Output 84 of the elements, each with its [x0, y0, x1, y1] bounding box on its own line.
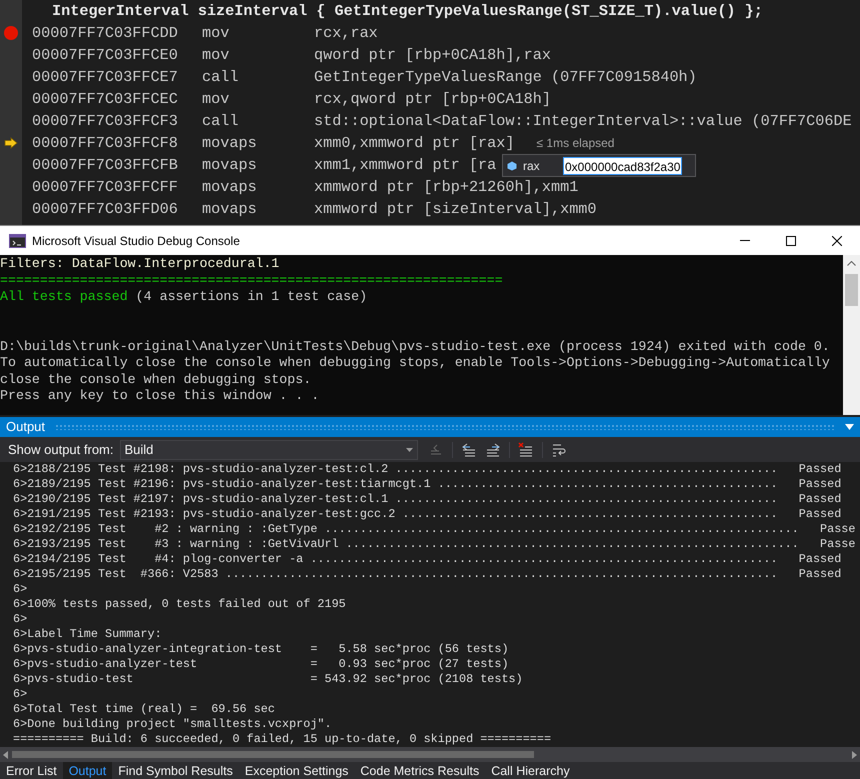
instruction-address: 00007FF7C03FFCDD [32, 22, 179, 44]
instruction-address: 00007FF7C03FFD06 [32, 198, 179, 220]
output-line: 6>2191/2195 Test #2193: pvs-studio-analyzer-test:gcc.2 ..................................................... Passed [13, 507, 842, 522]
instruction-operands: rcx,rax [314, 22, 378, 44]
output-line: 6>pvs-studio-analyzer-test = 0.93 sec*proc (27 tests) [13, 657, 509, 672]
console-line: close the console when debugging stops. [0, 372, 312, 388]
close-icon [832, 236, 842, 246]
console-line: To automatically close the console when debugging stops, enable Tools->Options->Debugging->Automatically [0, 355, 831, 372]
instruction-address: 00007FF7C03FFCFB [32, 154, 179, 176]
show-output-label: Show output from: [8, 440, 114, 459]
variable-cube-icon [507, 160, 517, 170]
instruction-address: 00007FF7C03FFCEC [32, 88, 179, 110]
output-line: 6>Total Test time (real) = 69.56 sec [13, 702, 275, 717]
caret-icon [406, 448, 412, 452]
next-message-icon[interactable] [484, 442, 500, 458]
window-title: Microsoft Visual Studio Debug Console [32, 232, 240, 250]
scrollbar-thumb[interactable] [12, 751, 534, 758]
word-wrap-icon[interactable] [550, 442, 566, 458]
instruction-operands: xmmword ptr [rbp+21260h],xmm1 [314, 176, 578, 198]
instruction-address: 00007FF7C03FFCE0 [32, 44, 179, 66]
output-line: 6>2195/2195 Test #366: V2583 .............................................................................. Passed [13, 567, 842, 582]
console-line: All tests passed (4 assertions in 1 test case) [0, 289, 368, 306]
output-line: 6>2192/2195 Test #2 : warning : :GetType ................................................................... Passe [13, 522, 856, 537]
console-app-icon [9, 234, 26, 248]
instruction-mnemonic: mov [202, 22, 230, 44]
previous-message-icon[interactable] [460, 442, 476, 458]
datatip-name: rax [523, 158, 541, 174]
instruction-address: 00007FF7C03FFCFF [32, 176, 179, 198]
console-line: =============================================================== [0, 272, 504, 289]
instruction-mnemonic: movaps [202, 132, 258, 154]
instruction-operands: qword ptr [rbp+0CA18h],rax [314, 44, 551, 66]
instruction-mnemonic: call [202, 66, 240, 88]
output-line: 6>pvs-studio-test = 543.92 sec*proc (2108 tests) [13, 672, 523, 687]
scroll-left-arrow-icon [3, 750, 8, 758]
panel-tab[interactable]: Call Hierarchy [485, 762, 576, 779]
instruction-mnemonic: movaps [202, 198, 258, 220]
instruction-operands: GetIntegerTypeValuesRange (07FF7C0915840h) [314, 66, 697, 88]
console-line: Filters: DataFlow.Interprocedural.1 [0, 256, 280, 272]
output-line: 6>Label Time Summary: [13, 627, 162, 642]
instruction-mnemonic: mov [202, 88, 230, 110]
scrollbar-thumb[interactable] [845, 274, 858, 306]
dropdown-caret-icon[interactable] [845, 424, 854, 430]
panel-tab[interactable]: Error List [0, 762, 63, 779]
instruction-mnemonic: movaps [202, 154, 258, 176]
panel-tab[interactable]: Output [62, 762, 112, 779]
output-line: 6>2194/2195 Test #4: plog-converter -a .................................................................. Passed [13, 552, 842, 567]
output-line: 6> [13, 687, 28, 702]
maximize-icon [786, 236, 796, 246]
instruction-mnemonic: movaps [202, 176, 258, 198]
console-line: D:\builds\trunk-original\Analyzer\UnitTests\Debug\pvs-studio-test.exe (process 1924) exited with code 0. [0, 338, 831, 355]
output-line: 6>2193/2195 Test #3 : warning : :GetVivaUrl ................................................................ Passe [13, 537, 856, 552]
elapsed-time-note: ≤ 1ms elapsed [536, 135, 614, 152]
instruction-operands: xmm0,xmmword ptr [rax] [314, 132, 515, 154]
panel-tab[interactable]: Code Metrics Results [354, 762, 486, 779]
instruction-address: 00007FF7C03FFCF3 [32, 110, 179, 132]
output-line: 6> [13, 612, 28, 627]
panel-tab[interactable]: Exception Settings [238, 762, 354, 779]
output-line: 6>pvs-studio-analyzer-integration-test = 5.58 sec*proc (56 tests) [13, 642, 509, 657]
source-line: IntegerInterval sizeInterval { GetIntegerTypeValuesRange(ST_SIZE_T).value() }; [52, 0, 763, 22]
output-line: 6>Done building project "smalltests.vcxproj". [13, 717, 332, 732]
datatip-value-field[interactable]: 0x000000cad83f2a30 [563, 156, 682, 174]
instruction-mnemonic: mov [202, 44, 230, 66]
console-line: Press any key to close this window . . . [0, 388, 320, 404]
horizontal-scrollbar[interactable] [0, 747, 860, 762]
instruction-mnemonic: call [202, 110, 240, 132]
instruction-operands: xmm1,xmmword ptr [ra [314, 154, 496, 176]
minimize-icon [740, 240, 750, 241]
output-line: 6>2190/2195 Test #2197: pvs-studio-analyzer-test:cl.1 ...................................................... Passed [13, 492, 842, 507]
panel-tab[interactable]: Find Symbol Results [112, 762, 239, 779]
console-scrollbar[interactable] [843, 255, 860, 415]
output-source-dropdown[interactable]: Build [120, 440, 418, 460]
output-line: 6> [13, 582, 28, 597]
output-line: 6>2188/2195 Test #2198: pvs-studio-analyzer-test:cl.2 ...................................................... Passed [13, 462, 842, 477]
output-line: ========== Build: 6 succeeded, 0 failed, 15 up-to-date, 0 skipped ========== [13, 732, 552, 747]
instruction-operands: xmmword ptr [sizeInterval],xmm0 [314, 198, 597, 220]
output-line: 6>2189/2195 Test #2196: pvs-studio-analyzer-test:tiarmcgt.1 ................................................ Passed [13, 477, 842, 492]
instruction-address: 00007FF7C03FFCE7 [32, 66, 179, 88]
instruction-operands: rcx,qword ptr [rbp+0CA18h] [314, 88, 551, 110]
panel-title: Output [6, 418, 46, 436]
output-line: 6>100% tests passed, 0 tests failed out of 2195 [13, 597, 346, 612]
scroll-right-arrow-icon [852, 750, 857, 758]
clear-all-icon[interactable] [518, 442, 534, 458]
instruction-address: 00007FF7C03FFCF8 [32, 132, 179, 154]
instruction-operands: std::optional<DataFlow::IntegerInterval>::value (07FF7C06DE [314, 110, 852, 132]
